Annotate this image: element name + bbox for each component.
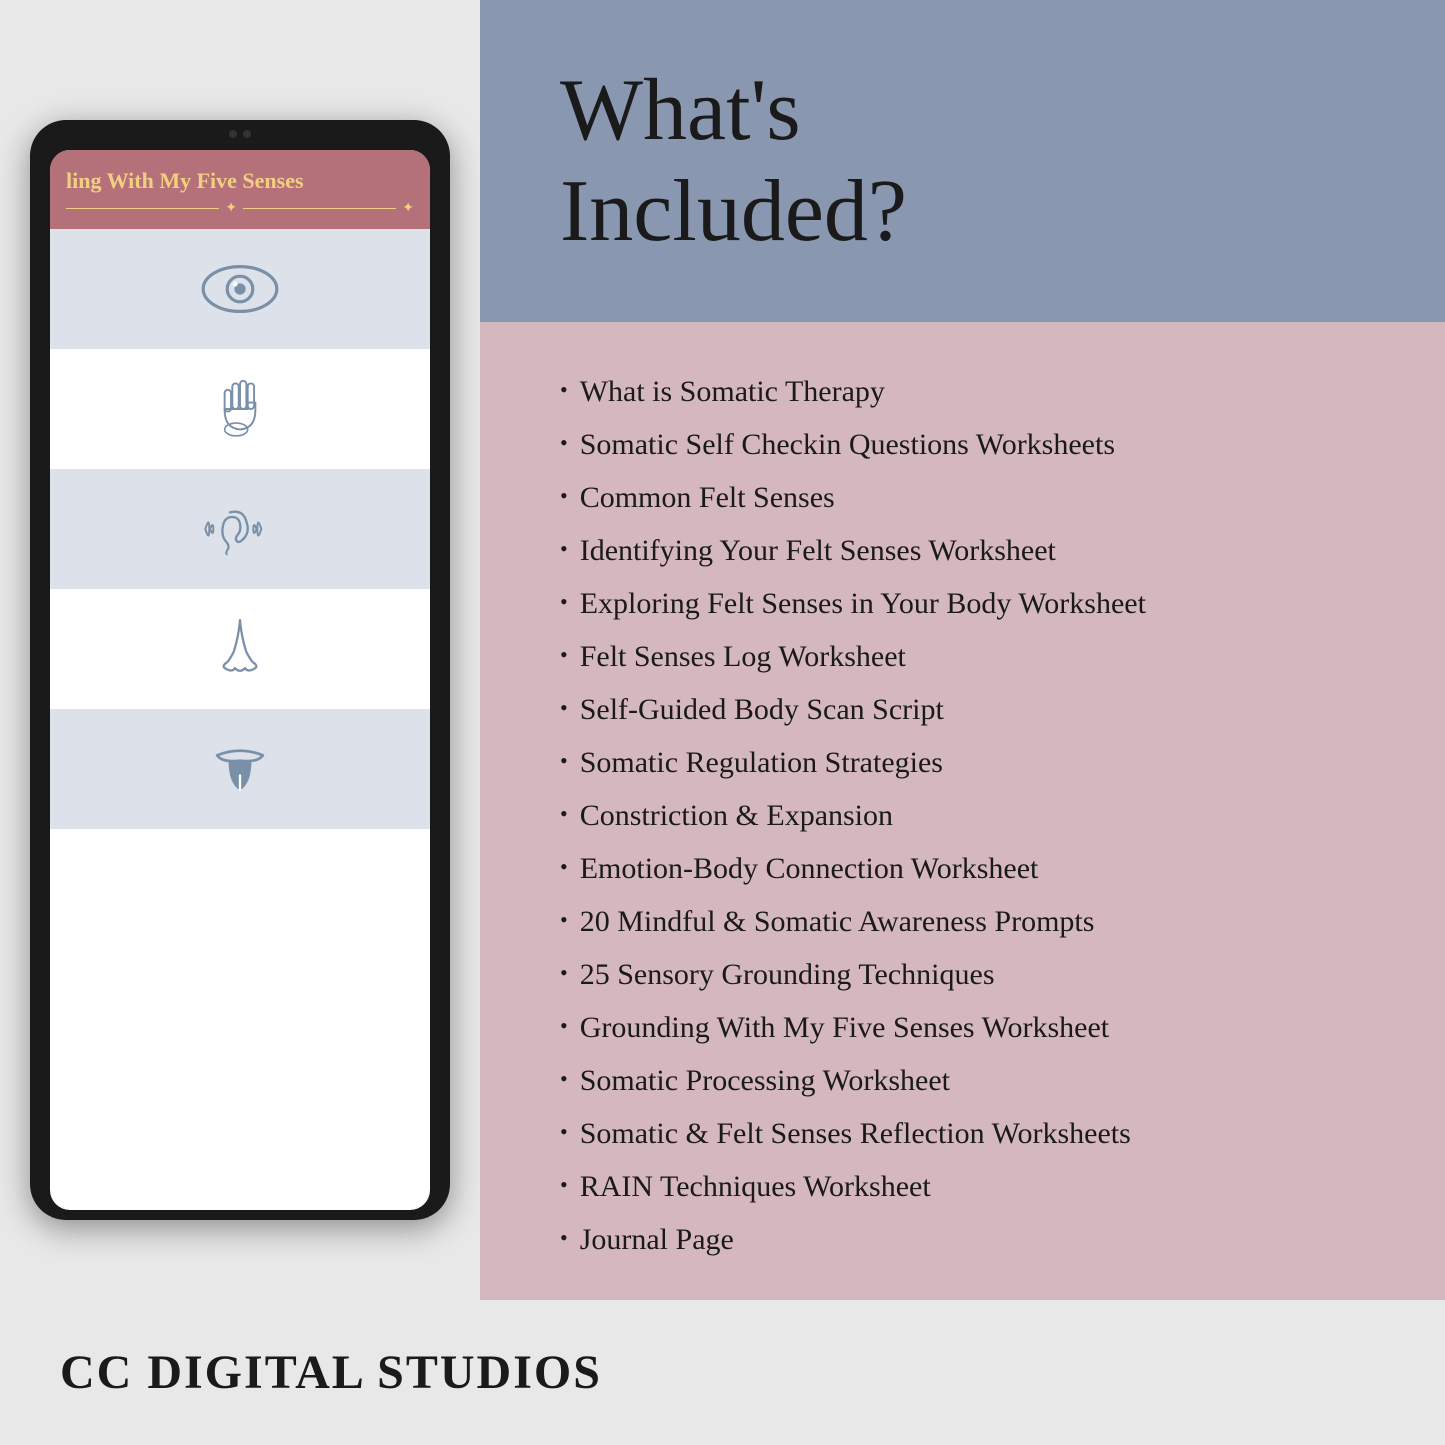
tongue-row (50, 709, 430, 829)
bullet-icon: • (560, 906, 568, 935)
list-item-text: Emotion-Body Connection Worksheet (580, 849, 1039, 888)
bullet-icon: • (560, 853, 568, 882)
tablet-camera (229, 130, 251, 138)
brand-name: CC DIGITAL STUDIOS (60, 1345, 602, 1400)
list-item: • Somatic Processing Worksheet (560, 1061, 1385, 1100)
bullet-icon: • (560, 641, 568, 670)
bullet-icon: • (560, 747, 568, 776)
bullet-icon: • (560, 959, 568, 988)
list-item: • Journal Page (560, 1220, 1385, 1259)
tablet-mockup: ling With My Five Senses ✦ ✦ (30, 120, 450, 1220)
camera-dot-2 (243, 130, 251, 138)
bullet-icon: • (560, 694, 568, 723)
divider-line-right (243, 208, 396, 210)
footer: CC DIGITAL STUDIOS (0, 1300, 1445, 1445)
list-item: • Somatic & Felt Senses Reflection Worksh… (560, 1114, 1385, 1153)
list-item-text: RAIN Techniques Worksheet (580, 1167, 931, 1206)
bullet-icon: • (560, 1118, 568, 1147)
eye-icon (200, 257, 280, 321)
title-line2: Included? (560, 163, 907, 260)
tongue-icon (200, 737, 280, 801)
list-item: • Common Felt Senses (560, 478, 1385, 517)
bullet-icon: • (560, 588, 568, 617)
divider-star-right: ✦ (402, 200, 414, 217)
list-item: • What is Somatic Therapy (560, 372, 1385, 411)
list-item-text: Somatic Self Checkin Questions Worksheet… (580, 425, 1115, 464)
list-item: • Emotion-Body Connection Worksheet (560, 849, 1385, 888)
list-item-text: Exploring Felt Senses in Your Body Works… (580, 584, 1146, 623)
left-section: ling With My Five Senses ✦ ✦ (0, 0, 480, 1300)
list-item-text: Somatic Processing Worksheet (580, 1061, 950, 1100)
divider-line-left (66, 208, 219, 210)
bullet-icon: • (560, 1224, 568, 1253)
list-item-text: Somatic & Felt Senses Reflection Workshe… (580, 1114, 1131, 1153)
list-item: • Grounding With My Five Senses Worksheet (560, 1008, 1385, 1047)
tablet-screen: ling With My Five Senses ✦ ✦ (50, 150, 430, 1210)
bullet-icon: • (560, 376, 568, 405)
screen-title: ling With My Five Senses (66, 168, 414, 194)
list-item-text: Somatic Regulation Strategies (580, 743, 943, 782)
list-item-text: Felt Senses Log Worksheet (580, 637, 906, 676)
list-item-text: Self-Guided Body Scan Script (580, 690, 944, 729)
whats-included-box: What's Included? (480, 0, 1445, 322)
list-item-text: Journal Page (580, 1220, 734, 1259)
screen-divider: ✦ ✦ (66, 200, 414, 217)
right-section: What's Included? • What is Somatic Therap… (480, 0, 1445, 1300)
whats-included-title: What's Included? (560, 60, 1365, 262)
list-item: • Felt Senses Log Worksheet (560, 637, 1385, 676)
list-item: • 25 Sensory Grounding Techniques (560, 955, 1385, 994)
list-item: • Exploring Felt Senses in Your Body Work… (560, 584, 1385, 623)
bullet-icon: • (560, 800, 568, 829)
list-item: • Constriction & Expansion (560, 796, 1385, 835)
list-item-text: 25 Sensory Grounding Techniques (580, 955, 995, 994)
nose-row (50, 589, 430, 709)
list-item-text: Identifying Your Felt Senses Worksheet (580, 531, 1056, 570)
list-item-text: 20 Mindful & Somatic Awareness Prompts (580, 902, 1095, 941)
list-item: • RAIN Techniques Worksheet (560, 1167, 1385, 1206)
nose-icon (200, 617, 280, 681)
bullet-icon: • (560, 535, 568, 564)
list-item-text: What is Somatic Therapy (580, 372, 885, 411)
items-box: • What is Somatic Therapy • Somatic Self Ch… (480, 322, 1445, 1309)
list-item: • Identifying Your Felt Senses Worksheet (560, 531, 1385, 570)
list-item: • Somatic Regulation Strategies (560, 743, 1385, 782)
screen-header: ling With My Five Senses ✦ ✦ (50, 150, 430, 229)
eye-row (50, 229, 430, 349)
list-item: • 20 Mindful & Somatic Awareness Prompts (560, 902, 1385, 941)
camera-dot (229, 130, 237, 138)
list-item: • Somatic Self Checkin Questions Workshee… (560, 425, 1385, 464)
hand-icon (200, 377, 280, 441)
bullet-icon: • (560, 482, 568, 511)
bullet-icon: • (560, 1171, 568, 1200)
items-list: • What is Somatic Therapy • Somatic Self Ch… (560, 372, 1385, 1259)
bullet-icon: • (560, 1012, 568, 1041)
list-item-text: Constriction & Expansion (580, 796, 893, 835)
screen-content (50, 229, 430, 829)
title-line1: What's (560, 62, 801, 159)
divider-star-left: ✦ (225, 200, 237, 217)
bullet-icon: • (560, 429, 568, 458)
hand-row (50, 349, 430, 469)
list-item-text: Common Felt Senses (580, 478, 835, 517)
bullet-icon: • (560, 1065, 568, 1094)
list-item: • Self-Guided Body Scan Script (560, 690, 1385, 729)
list-item-text: Grounding With My Five Senses Worksheet (580, 1008, 1109, 1047)
ear-icon (200, 497, 280, 561)
ear-row (50, 469, 430, 589)
